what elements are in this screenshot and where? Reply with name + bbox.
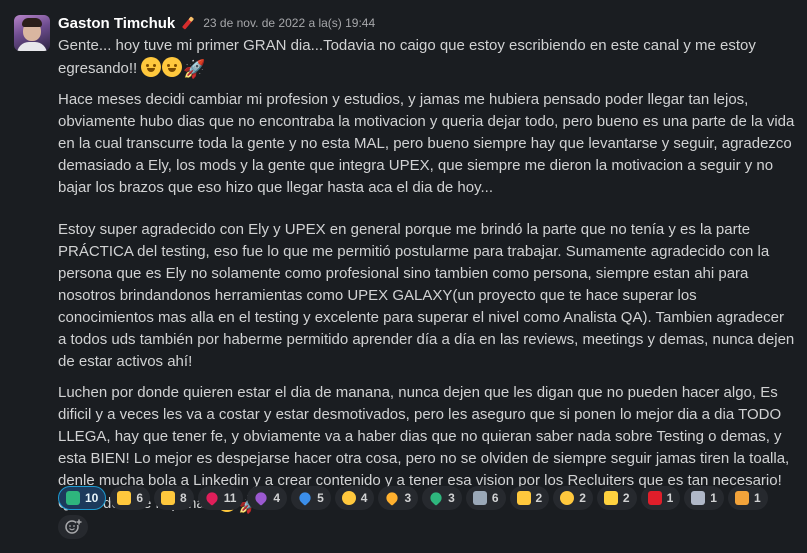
message-paragraph: Hace meses decidi cambiar mi profesion y… [58, 91, 795, 196]
sparkles-icon [603, 491, 618, 505]
thumbs-up-icon [117, 491, 132, 505]
smiling-face-with-hearts-icon [384, 490, 401, 506]
reaction-pill[interactable]: 2 [509, 486, 550, 510]
reaction-pill[interactable]: 1 [640, 486, 681, 510]
reaction-count: 4 [273, 491, 281, 505]
reaction-pill[interactable]: 5 [291, 486, 331, 510]
sunglasses-face-icon [560, 491, 575, 505]
timestamp[interactable]: 23 de nov. de 2022 a la(s) 19:44 [203, 16, 375, 30]
reaction-count: 8 [180, 491, 187, 505]
blue-heart-icon [297, 490, 314, 506]
message: Gaston Timchuk 23 de nov. de 2022 a la(s… [0, 0, 807, 553]
reaction-count: 2 [535, 491, 543, 505]
reaction-pill[interactable]: 6 [110, 486, 151, 510]
reaction-pill[interactable]: 2 [596, 486, 637, 510]
green-heart-icon [428, 490, 445, 506]
reaction-count: 6 [136, 491, 144, 505]
reaction-count: 3 [404, 491, 412, 505]
reaction-count: 6 [491, 491, 499, 505]
reaction-count: 4 [360, 491, 368, 505]
love-you-gesture-icon [516, 491, 531, 505]
reaction-pill[interactable]: 1 [727, 486, 768, 510]
reaction-pill[interactable]: 6 [465, 486, 506, 510]
reaction-count: 1 [710, 491, 717, 505]
reaction-pill[interactable]: 2 [553, 486, 593, 510]
partying-face-icon [341, 491, 356, 505]
check-mark-icon [66, 491, 80, 505]
add-reaction-button[interactable] [58, 515, 88, 539]
red-heart-icon [203, 490, 220, 506]
reaction-count: 1 [666, 491, 674, 505]
hugging-face-icon [141, 57, 162, 77]
party-popper-icon [734, 491, 749, 505]
message-paragraph: Gente... hoy tuve mi primer GRAN dia...T… [58, 37, 756, 80]
reaction-pill[interactable]: 4 [247, 486, 288, 510]
reaction-pill[interactable]: 3 [422, 486, 462, 510]
reaction-count: 11 [223, 491, 237, 505]
reaction-pill[interactable]: 10 [58, 486, 107, 510]
add-reaction-icon [65, 519, 82, 534]
raised-hands-icon [161, 491, 176, 505]
reaction-pill[interactable]: 1 [684, 486, 724, 510]
reaction-pill[interactable]: 11 [197, 486, 244, 510]
hugging-face-icon [162, 57, 183, 77]
message-paragraph: Estoy super agradecido con Ely y UPEX en… [58, 221, 795, 370]
message-body: Gente... hoy tuve mi primer GRAN dia...T… [58, 35, 796, 515]
reaction-count: 1 [753, 491, 761, 505]
author-name[interactable]: Gaston Timchuk [58, 15, 175, 32]
avatar[interactable] [14, 15, 50, 51]
rocket-icon: 🚀 [183, 59, 206, 80]
purple-heart-icon [253, 490, 270, 506]
reaction-count: 2 [622, 491, 630, 505]
reaction-pill[interactable]: 3 [378, 486, 419, 510]
reactions-bar: 10 6 8 11 4 5 4 3 3 6 2 2 2 1 1 1 [58, 486, 803, 544]
hundred-points-icon [647, 491, 662, 505]
reaction-count: 10 [85, 491, 99, 505]
reaction-count: 2 [579, 491, 586, 505]
status-emoji-icon[interactable] [180, 15, 196, 31]
reaction-pill[interactable]: 4 [334, 486, 375, 510]
reaction-pill[interactable]: 8 [154, 486, 194, 510]
reaction-count: 3 [448, 491, 455, 505]
rocket-icon [472, 491, 487, 505]
dancing-figure-icon [691, 491, 706, 505]
message-header: Gaston Timchuk 23 de nov. de 2022 a la(s… [58, 13, 375, 33]
reaction-count: 5 [317, 491, 324, 505]
